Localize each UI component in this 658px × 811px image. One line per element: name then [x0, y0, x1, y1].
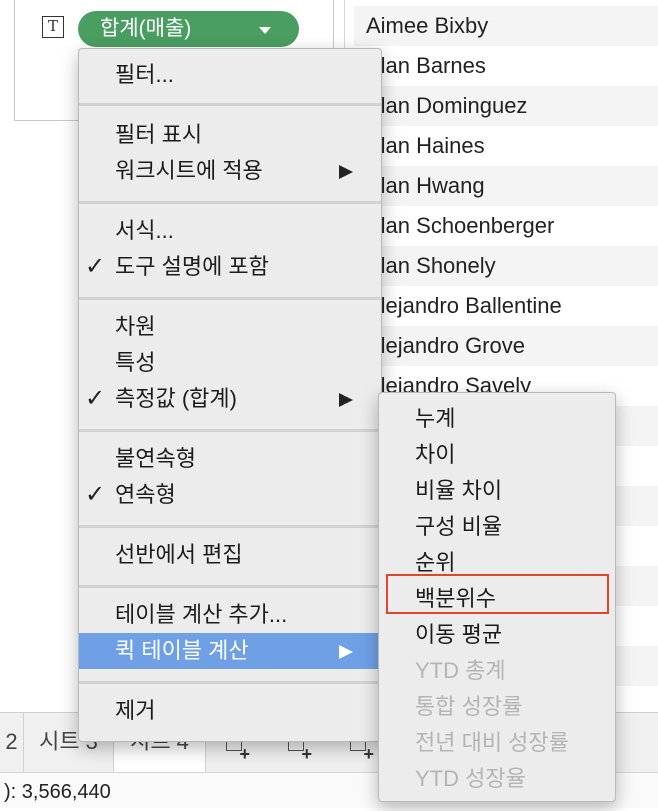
- chevron-down-icon[interactable]: [259, 27, 271, 34]
- submenu-item-percent-of-total[interactable]: 구성 비율: [379, 509, 615, 545]
- sum-sales-pill[interactable]: 합계(매출): [78, 11, 299, 47]
- menu-item-label: 도구 설명에 포함: [115, 254, 269, 279]
- percentile-highlight-outline: [386, 574, 609, 614]
- menu-divider: [79, 297, 381, 300]
- menu-item-apply-to-worksheets[interactable]: 워크시트에 적용: [79, 153, 381, 189]
- checkmark-icon: ✓: [85, 253, 106, 280]
- menu-item-filter[interactable]: 필터...: [79, 57, 381, 93]
- submenu-item-year-over-year-growth: 전년 대비 성장률: [415, 730, 569, 755]
- menu-item-quick-table-calc[interactable]: 퀵 테이블 계산: [79, 633, 381, 669]
- text-mark-icon[interactable]: T: [42, 16, 64, 38]
- list-item[interactable]: Alan Haines: [354, 126, 658, 166]
- menu-divider: [79, 585, 381, 588]
- submenu-item-difference[interactable]: 차이: [379, 437, 615, 473]
- menu-item-format[interactable]: 서식...: [79, 213, 381, 249]
- menu-item-label: 퀵 테이블 계산: [115, 638, 249, 663]
- list-item[interactable]: Alejandro Grove: [354, 326, 658, 366]
- menu-item-label: 차원: [115, 314, 156, 339]
- menu-item-edit-in-shelf[interactable]: 선반에서 편집: [79, 537, 381, 573]
- menu-item-label: 제거: [115, 698, 156, 723]
- tab-sheet-2[interactable]: 2: [0, 713, 24, 773]
- menu-divider: [79, 103, 381, 106]
- submenu-item-compound-growth-rate: 통합 성장률: [415, 694, 523, 719]
- menu-item-dimension[interactable]: 차원: [79, 309, 381, 345]
- submenu-item-moving-average[interactable]: 이동 평균: [379, 617, 615, 653]
- menu-item-label: 필터...: [115, 62, 174, 87]
- submenu-arrow-icon: [339, 165, 353, 179]
- submenu-item-percent-difference[interactable]: 비율 차이: [379, 473, 615, 509]
- pill-label: 합계(매출): [100, 17, 192, 40]
- menu-item-label: 테이블 계산 추가...: [115, 602, 288, 627]
- menu-divider: [79, 201, 381, 204]
- menu-item-remove[interactable]: 제거: [79, 693, 381, 729]
- list-item[interactable]: Alejandro Ballentine: [354, 286, 658, 326]
- menu-item-attribute[interactable]: 특성: [79, 345, 381, 381]
- menu-divider: [79, 681, 381, 684]
- menu-divider: [79, 525, 381, 528]
- menu-item-include-in-tooltip[interactable]: ✓ 도구 설명에 포함: [79, 249, 381, 285]
- menu-item-label: 측정값 (합계): [115, 386, 237, 411]
- menu-item-add-table-calc[interactable]: 테이블 계산 추가...: [79, 597, 381, 633]
- list-item[interactable]: Alan Schoenberger: [354, 206, 658, 246]
- menu-item-discrete[interactable]: 불연속형: [79, 441, 381, 477]
- list-item[interactable]: Alan Hwang: [354, 166, 658, 206]
- menu-item-label: 필터 표시: [115, 122, 203, 147]
- menu-item-measure-sum[interactable]: ✓ 측정값 (합계): [79, 381, 381, 417]
- submenu-arrow-icon: [339, 645, 353, 659]
- menu-item-label: 서식...: [115, 218, 174, 243]
- submenu-item-ytd-total: YTD 총계: [415, 658, 506, 683]
- menu-item-label: 선반에서 편집: [115, 542, 243, 567]
- submenu-arrow-icon: [339, 393, 353, 407]
- list-item[interactable]: Aimee Bixby: [354, 6, 658, 46]
- menu-item-label: 워크시트에 적용: [115, 158, 263, 183]
- menu-divider: [79, 429, 381, 432]
- status-text: ): 3,566,440: [4, 781, 111, 803]
- submenu-item-ytd-growth: YTD 성장율: [415, 766, 526, 791]
- submenu-item-running-total[interactable]: 누계: [379, 401, 615, 437]
- list-item[interactable]: Alan Barnes: [354, 46, 658, 86]
- list-item[interactable]: Alan Dominguez: [354, 86, 658, 126]
- menu-item-show-filter[interactable]: 필터 표시: [79, 117, 381, 153]
- checkmark-icon: ✓: [85, 385, 106, 412]
- menu-item-continuous[interactable]: ✓ 연속형: [79, 477, 381, 513]
- pill-context-menu: 필터... 필터 표시 워크시트에 적용 서식... ✓ 도구 설명에 포함 차…: [78, 48, 382, 742]
- checkmark-icon: ✓: [85, 481, 106, 508]
- menu-item-label: 연속형: [115, 482, 176, 507]
- menu-item-label: 특성: [115, 350, 156, 375]
- menu-item-label: 불연속형: [115, 446, 196, 471]
- list-item[interactable]: Alan Shonely: [354, 246, 658, 286]
